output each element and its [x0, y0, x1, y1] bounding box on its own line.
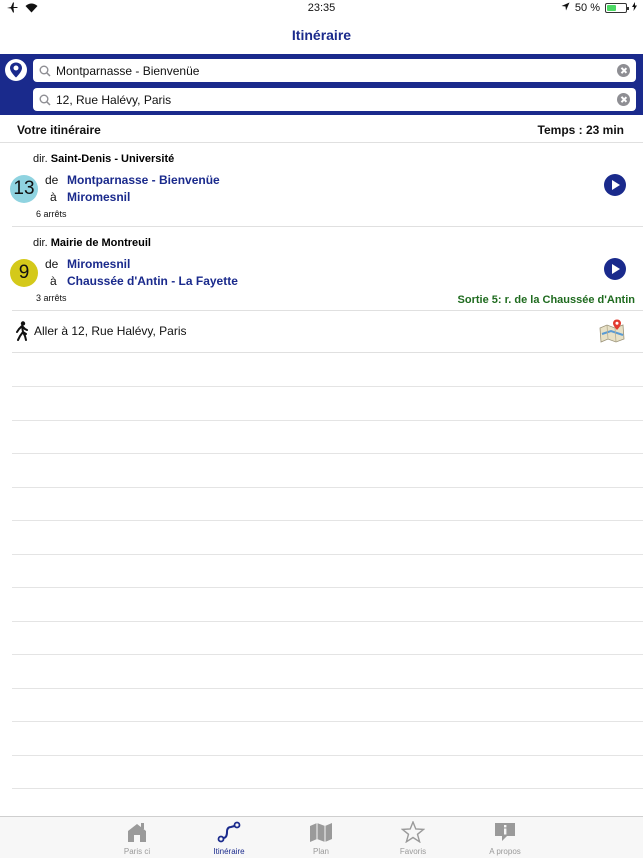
tab-bar: Paris ci Itinéraire Plan Favoris A propo… [0, 816, 643, 858]
walk-instruction: Aller à 12, Rue Halévy, Paris [34, 324, 187, 338]
row-separator [12, 386, 643, 387]
from-label: de [45, 173, 59, 187]
route-leg[interactable]: dir. Mairie de Montreuil 9 de Miromesnil… [10, 227, 643, 311]
row-separator [12, 755, 643, 756]
search-panel: Montparnasse - Bienvenüe 12, Rue Halévy,… [0, 54, 643, 115]
info-icon [493, 821, 517, 843]
charging-icon [632, 2, 637, 14]
battery-icon [605, 3, 629, 13]
search-icon [39, 93, 51, 111]
walk-step[interactable]: Aller à 12, Rue Halévy, Paris [12, 311, 643, 353]
tab-a-propos[interactable]: A propos [460, 817, 550, 858]
location-pin-button[interactable] [5, 59, 27, 81]
house-icon [125, 821, 149, 843]
row-separator [12, 420, 643, 421]
status-time: 23:35 [307, 2, 336, 14]
metro-line-badge: 9 [10, 259, 38, 287]
to-label: à [50, 274, 57, 288]
leg-direction: dir. Mairie de Montreuil [33, 237, 151, 249]
to-station: Miromesnil [67, 190, 131, 204]
play-button[interactable] [604, 258, 626, 280]
tab-label: Favoris [399, 847, 427, 856]
map-icon [309, 821, 333, 843]
pedestrian-icon [15, 321, 29, 346]
destination-value: 12, Rue Halévy, Paris [56, 93, 172, 107]
row-separator [12, 621, 643, 622]
direction-prefix: dir. [33, 237, 48, 249]
direction-prefix: dir. [33, 153, 48, 165]
stop-count: 6 arrêts [36, 209, 67, 219]
tab-favoris[interactable]: Favoris [368, 817, 458, 858]
exit-info: Sortie 5: r. de la Chaussée d'Antin [457, 294, 635, 306]
summary-label: Votre itinéraire [17, 123, 101, 137]
tab-itineraire[interactable]: Itinéraire [184, 817, 274, 858]
row-separator [12, 554, 643, 555]
leg-from: de Miromesnil [45, 257, 130, 271]
to-station: Chaussée d'Antin - La Fayette [67, 274, 238, 288]
direction-name: Saint-Denis - Université [50, 153, 175, 165]
row-separator [12, 520, 643, 521]
route-leg[interactable]: dir. Saint-Denis - Université 13 de Mont… [10, 143, 643, 227]
travel-time: Temps : 23 min [537, 123, 624, 137]
clear-origin-button[interactable] [617, 64, 630, 77]
star-icon [400, 820, 426, 844]
nav-bar: Itinéraire [0, 18, 643, 54]
location-pin-icon [10, 62, 22, 78]
direction-name: Mairie de Montreuil [50, 237, 151, 249]
tab-plan[interactable]: Plan [276, 817, 366, 858]
origin-value: Montparnasse - Bienvenüe [56, 64, 200, 78]
clear-destination-button[interactable] [617, 93, 630, 106]
row-separator [12, 654, 643, 655]
tab-label: A propos [489, 847, 521, 856]
tab-label: Plan [312, 847, 329, 856]
battery-fill [607, 5, 616, 11]
from-label: de [45, 257, 59, 271]
search-icon [39, 64, 51, 82]
to-label: à [50, 190, 57, 204]
leg-from: de Montparnasse - Bienvenüe [45, 173, 220, 187]
tab-label: Itinéraire [213, 847, 245, 856]
map-icon[interactable] [599, 319, 625, 348]
play-button[interactable] [604, 174, 626, 196]
leg-to: à Miromesnil [50, 190, 130, 204]
row-separator [12, 721, 643, 722]
from-station: Miromesnil [67, 257, 131, 271]
tab-label: Paris ci [123, 847, 151, 856]
stop-count: 3 arrêts [36, 293, 67, 303]
page-title: Itinéraire [291, 27, 352, 43]
row-separator [12, 453, 643, 454]
from-station: Montparnasse - Bienvenüe [67, 173, 220, 187]
status-right: 50 % [561, 2, 637, 14]
leg-direction: dir. Saint-Denis - Université [33, 153, 174, 165]
tab-paris-ci[interactable]: Paris ci [92, 817, 182, 858]
row-separator [12, 587, 643, 588]
destination-field[interactable]: 12, Rue Halévy, Paris [33, 88, 636, 111]
metro-line-badge: 13 [10, 175, 38, 203]
location-arrow-icon [561, 2, 570, 14]
empty-list-area [12, 353, 643, 816]
battery-percent: 50 % [574, 2, 600, 14]
row-separator [12, 487, 643, 488]
row-separator [12, 788, 643, 789]
status-bar: 23:35 50 % [0, 0, 643, 18]
route-icon [217, 821, 241, 843]
itinerary-summary: Votre itinéraire Temps : 23 min [0, 115, 643, 143]
origin-field[interactable]: Montparnasse - Bienvenüe [33, 59, 636, 82]
leg-to: à Chaussée d'Antin - La Fayette [50, 274, 238, 288]
row-separator [12, 688, 643, 689]
